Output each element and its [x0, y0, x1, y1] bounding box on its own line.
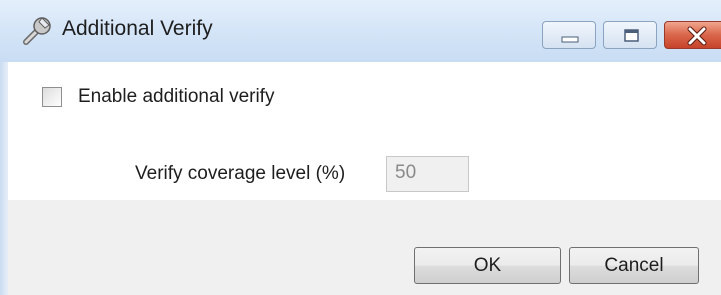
title-bar[interactable]: Additional Verify — [0, 0, 721, 63]
additional-verify-dialog: Additional Verify Enable additional veri… — [0, 0, 721, 295]
minimize-icon — [561, 36, 579, 43]
verify-coverage-label: Verify coverage level (%) — [135, 163, 346, 184]
dialog-body: Enable additional verify Verify coverage… — [8, 62, 721, 295]
window-title: Additional Verify — [62, 17, 213, 40]
wrench-icon — [22, 16, 54, 46]
button-bar: OK Cancel — [8, 200, 721, 295]
enable-additional-verify-label[interactable]: Enable additional verify — [78, 86, 274, 108]
maximize-button[interactable] — [603, 21, 657, 49]
enable-additional-verify-checkbox[interactable] — [42, 87, 62, 107]
verify-coverage-input[interactable]: 50 — [386, 156, 469, 192]
window-frame-edge — [0, 62, 8, 295]
minimize-button[interactable] — [542, 21, 596, 49]
close-icon — [687, 26, 707, 46]
close-button[interactable] — [664, 21, 721, 49]
maximize-icon — [624, 29, 639, 42]
cancel-button[interactable]: Cancel — [569, 247, 699, 284]
ok-button[interactable]: OK — [414, 247, 561, 284]
